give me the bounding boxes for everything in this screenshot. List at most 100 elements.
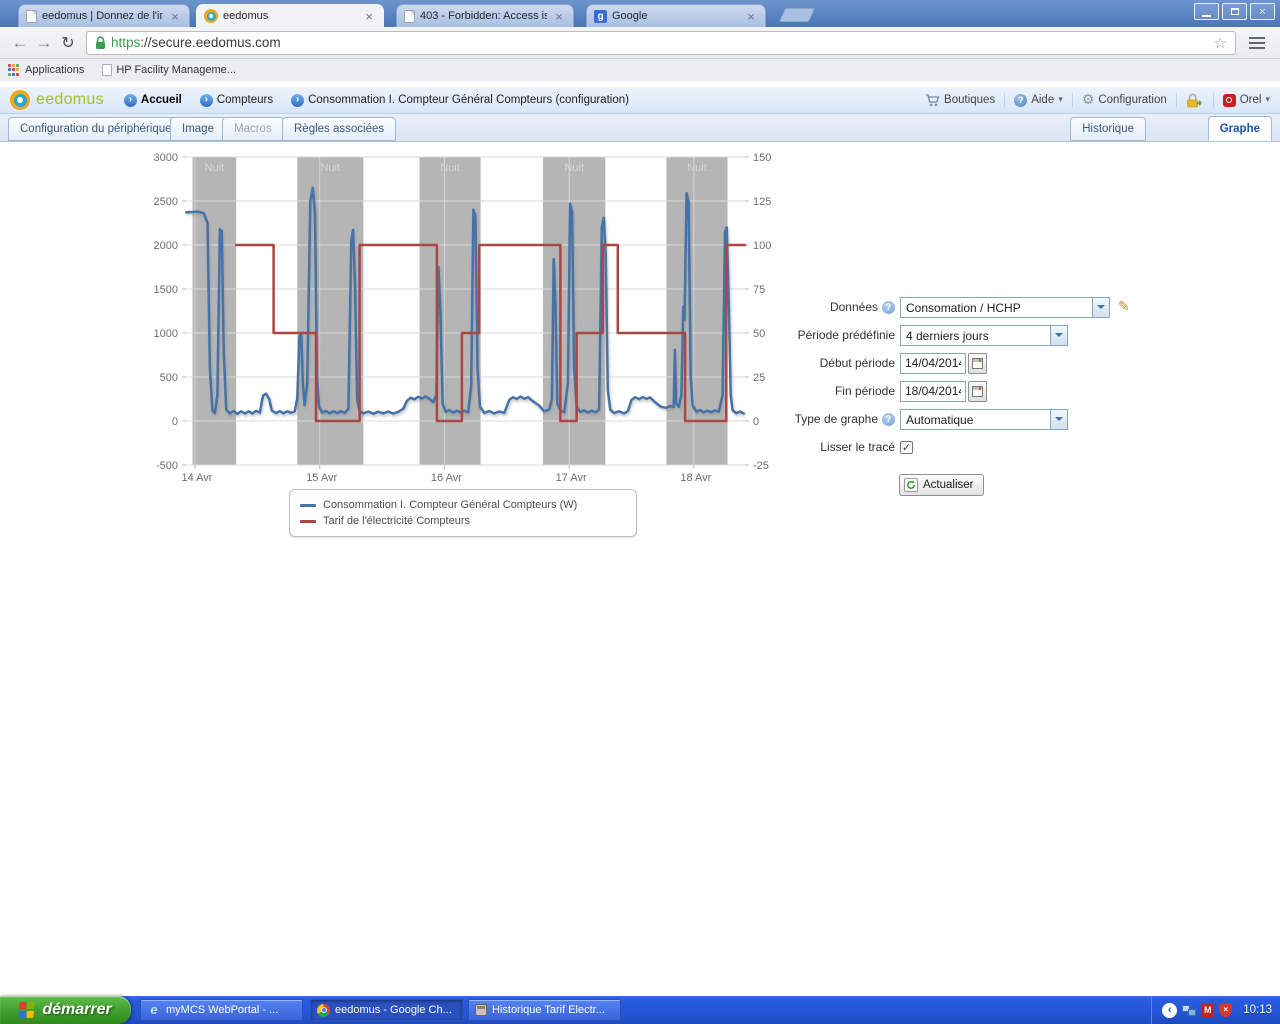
- fin-date-input[interactable]: [900, 381, 966, 402]
- svg-text:Nuit: Nuit: [205, 162, 225, 174]
- brand-name[interactable]: eedomus: [36, 91, 104, 109]
- start-button[interactable]: démarrer: [0, 996, 131, 1024]
- svg-text:Nuit: Nuit: [440, 162, 460, 174]
- browser-tab-3[interactable]: 403 - Forbidden: Access is d ×: [396, 4, 574, 27]
- boutiques-button[interactable]: Boutiques: [925, 94, 995, 107]
- apps-shortcut[interactable]: Applications: [8, 64, 84, 76]
- security-lock-icon[interactable]: [1186, 93, 1204, 108]
- tab-title: 403 - Forbidden: Access is d: [420, 10, 547, 22]
- chevron-down-icon: ▾: [1058, 95, 1063, 105]
- minimize-button[interactable]: [1194, 3, 1219, 20]
- chart-legend: Consommation I. Compteur Général Compteu…: [289, 489, 637, 537]
- tab-historique[interactable]: Historique: [1070, 117, 1146, 141]
- legend-item-consommation[interactable]: Consommation I. Compteur Général Compteu…: [300, 497, 626, 513]
- browser-tab-1[interactable]: eedomus | Donnez de l'intelli ×: [18, 4, 190, 27]
- chevron-down-icon[interactable]: [1092, 298, 1109, 317]
- chevron-down-icon[interactable]: [1050, 410, 1067, 429]
- chrome-icon: [317, 1004, 330, 1017]
- browser-tab-4[interactable]: g Google ×: [586, 4, 766, 27]
- consumption-chart[interactable]: NuitNuitNuitNuitNuit30001502500125200010…: [140, 148, 790, 493]
- configuration-button[interactable]: ⚙ Configuration: [1082, 93, 1167, 107]
- google-favicon-icon: g: [594, 10, 607, 23]
- calendar-icon: [972, 358, 983, 369]
- calendar-icon: [972, 386, 983, 397]
- new-tab-button[interactable]: [779, 8, 816, 22]
- debut-date-input[interactable]: [900, 353, 966, 374]
- taskbar-clock: 10:13: [1243, 1004, 1272, 1016]
- tab-macros: Macros: [222, 117, 284, 141]
- reload-button[interactable]: ↻: [56, 33, 80, 52]
- svg-text:Nuit: Nuit: [564, 162, 584, 174]
- svg-text:50: 50: [753, 328, 765, 340]
- tab-regles-associees[interactable]: Règles associées: [282, 117, 396, 141]
- form-row-type: Type de graphe ? Automatique: [780, 408, 1160, 430]
- breadcrumb-compteurs[interactable]: › Compteurs: [200, 94, 273, 107]
- device-tab-bar: Configuration du périphérique Image Macr…: [0, 114, 1280, 142]
- taskbar-item-eedomus[interactable]: eedomus - Google Ch...: [310, 999, 463, 1021]
- chrome-menu-icon[interactable]: [1242, 31, 1272, 55]
- svg-text:2000: 2000: [154, 240, 178, 252]
- apps-label: Applications: [25, 64, 84, 76]
- legend-label: Tarif de l'électricité Compteurs: [323, 515, 470, 527]
- address-bar[interactable]: https ://secure.eedomus.com ☆: [86, 31, 1236, 55]
- taskbar-item-historique[interactable]: Historique Tarif Electr...: [468, 999, 621, 1021]
- periode-select[interactable]: 4 derniers jours: [900, 325, 1068, 346]
- bookmark-item[interactable]: HP Facility Manageme...: [102, 64, 236, 76]
- tab-close-icon[interactable]: ×: [552, 10, 566, 23]
- svg-text:3000: 3000: [154, 152, 178, 164]
- breadcrumb-accueil[interactable]: › Accueil: [124, 94, 182, 107]
- lisser-label: Lisser le tracé: [780, 440, 895, 454]
- arrow-circle-icon: ›: [124, 94, 137, 107]
- tab-configuration-peripherique[interactable]: Configuration du périphérique: [8, 117, 184, 141]
- svg-text:14 Avr: 14 Avr: [181, 472, 212, 484]
- eedomus-logo-icon[interactable]: [10, 90, 30, 110]
- bookmark-page-icon: [102, 64, 112, 76]
- tab-close-icon[interactable]: ×: [168, 10, 182, 23]
- breadcrumb-device[interactable]: › Consommation I. Compteur Général Compt…: [291, 94, 629, 107]
- tab-graphe[interactable]: Graphe: [1208, 116, 1272, 141]
- periode-label: Période prédéfinie: [780, 328, 895, 342]
- type-graphe-select[interactable]: Automatique: [900, 409, 1068, 430]
- form-row-lisser: Lisser le tracé ✓: [780, 436, 1160, 458]
- help-icon[interactable]: ?: [882, 301, 895, 314]
- restore-button[interactable]: [1222, 3, 1247, 20]
- taskbar-item-mymcs[interactable]: e myMCS WebPortal - ...: [140, 999, 303, 1021]
- svg-text:150: 150: [753, 152, 771, 164]
- tab-close-icon[interactable]: ×: [744, 10, 758, 23]
- svg-text:0: 0: [753, 416, 759, 428]
- bookmark-star-icon[interactable]: ☆: [1214, 34, 1227, 52]
- calendar-button[interactable]: [968, 353, 987, 374]
- restore-icon: [1231, 8, 1239, 15]
- url-text: ://secure.eedomus.com: [140, 35, 1213, 50]
- browser-tab-2-active[interactable]: eedomus ×: [196, 4, 384, 27]
- tab-image[interactable]: Image: [170, 117, 226, 141]
- arrow-circle-icon: ›: [200, 94, 213, 107]
- svg-text:125: 125: [753, 196, 771, 208]
- lisser-checkbox[interactable]: ✓: [900, 441, 913, 454]
- security-shield-icon[interactable]: ×: [1219, 1003, 1232, 1017]
- form-row-debut: Début période: [780, 352, 1160, 374]
- tab-title: eedomus: [223, 10, 357, 22]
- network-icon[interactable]: [1182, 1005, 1196, 1016]
- edit-pencil-icon[interactable]: ✎: [1118, 299, 1130, 315]
- donnees-select[interactable]: Consomation / HCHP: [900, 297, 1110, 318]
- calendar-button[interactable]: [968, 381, 987, 402]
- gear-icon: ⚙: [1082, 93, 1095, 107]
- aide-button[interactable]: ? Aide ▾: [1014, 94, 1063, 107]
- url-scheme: https: [111, 35, 140, 50]
- actualiser-button[interactable]: Actualiser: [899, 474, 984, 496]
- close-button[interactable]: ×: [1250, 3, 1275, 20]
- tab-close-icon[interactable]: ×: [362, 10, 376, 23]
- mcafee-icon[interactable]: M: [1201, 1004, 1214, 1017]
- system-tray: ‹ M × 10:13: [1151, 996, 1280, 1024]
- bookmarks-bar: Applications HP Facility Manageme...: [0, 59, 1280, 81]
- tray-collapse-icon[interactable]: ‹: [1162, 1003, 1177, 1018]
- forward-button[interactable]: →: [32, 33, 56, 53]
- back-button[interactable]: ←: [8, 33, 32, 53]
- help-icon[interactable]: ?: [882, 413, 895, 426]
- chart-svg[interactable]: NuitNuitNuitNuitNuit30001502500125200010…: [140, 148, 790, 493]
- cart-icon: [925, 94, 940, 107]
- chevron-down-icon[interactable]: [1050, 326, 1067, 345]
- user-menu-button[interactable]: Orel ▾: [1223, 94, 1270, 107]
- legend-item-tarif[interactable]: Tarif de l'électricité Compteurs: [300, 513, 626, 529]
